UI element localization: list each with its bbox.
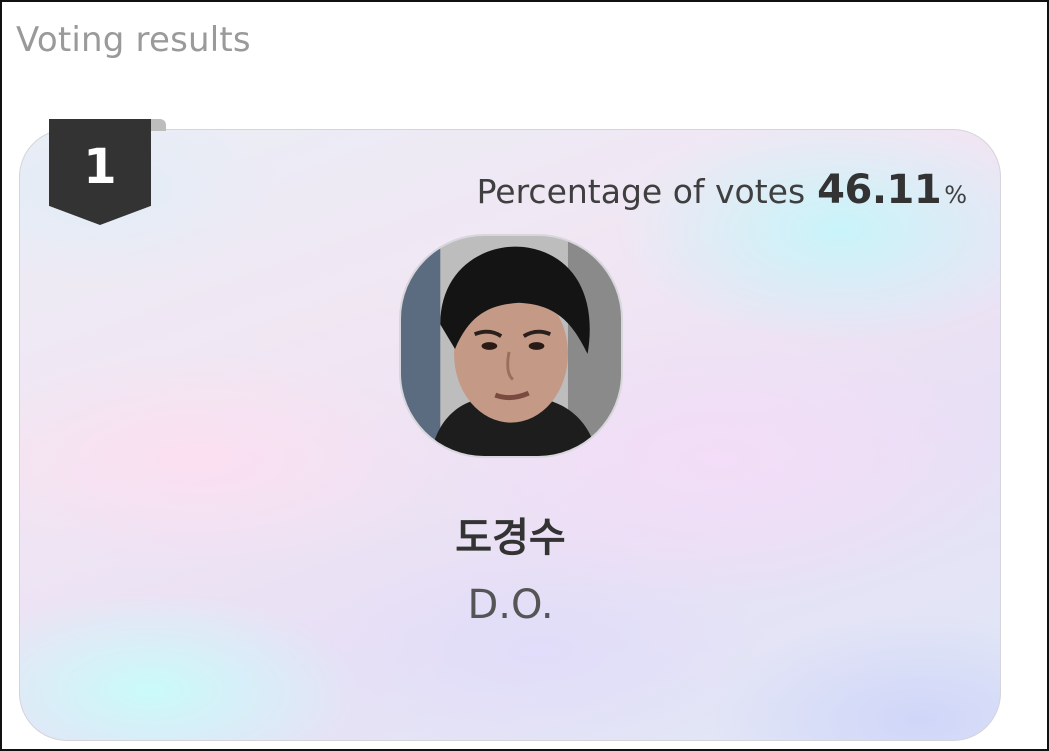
vote-percentage-label: Percentage of votes	[476, 172, 806, 211]
rank-number: 1	[83, 139, 117, 195]
candidate-name-english: D.O.	[467, 582, 554, 628]
rank-ribbon-fold	[150, 119, 166, 131]
candidate-name-korean: 도경수	[455, 515, 566, 561]
vote-percentage-value: 46.11	[817, 167, 942, 213]
vote-percentage: Percentage of votes 46.11 %	[477, 167, 967, 213]
voting-results-panel: Voting results 1 Percentage of votes 46.…	[0, 0, 1049, 751]
vote-percentage-unit: %	[944, 181, 967, 209]
section-title: Voting results	[16, 20, 251, 60]
candidate-avatar	[399, 234, 623, 458]
